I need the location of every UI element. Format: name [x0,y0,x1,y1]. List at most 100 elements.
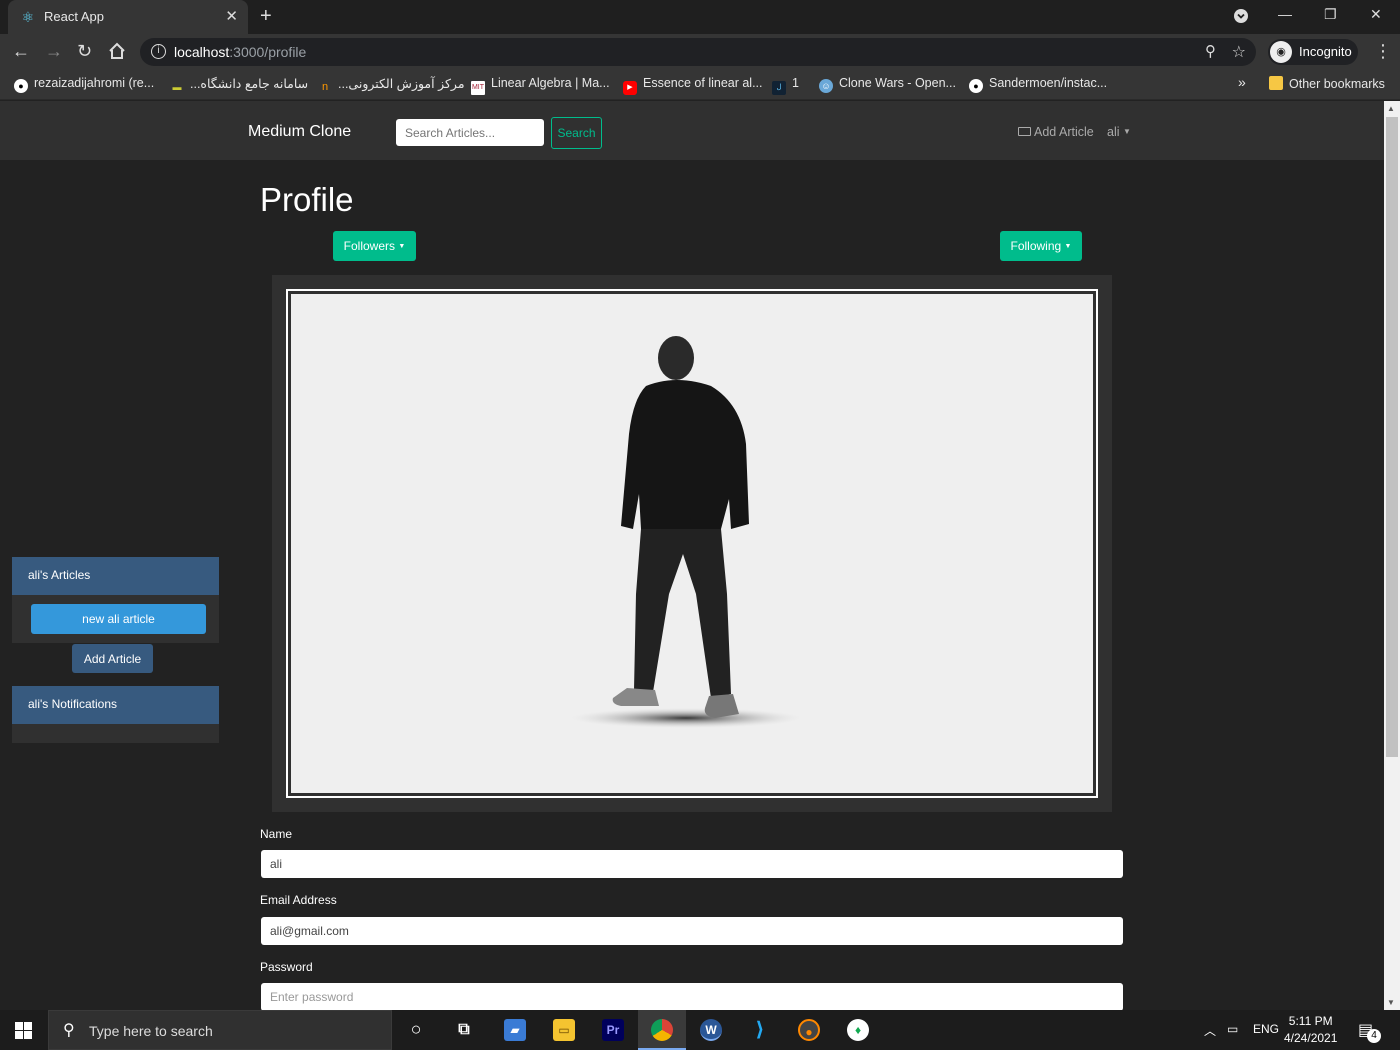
network-icon[interactable]: ▭ [1227,1022,1238,1036]
vscode-icon[interactable]: ⟩ [749,1019,771,1041]
new-tab-icon[interactable]: + [260,5,272,28]
bookmarks-bar: ● rezaizadijahromi (re... ▬ ...سامانه جامع… [0,70,1400,100]
tab-search-icon[interactable] [1233,8,1249,27]
profile-image-frame [286,289,1098,798]
scroll-up-icon[interactable]: ▲ [1387,104,1395,113]
scroll-down-icon[interactable]: ▼ [1387,998,1395,1007]
followers-label: Followers [343,239,396,253]
browser-toolbar: ← → ↻ i localhost:3000/profile ⚲ ☆ ◉ Inc… [0,34,1400,70]
bookmark-item[interactable]: ▬ ...سامانه جامع دانشگاه [170,76,309,94]
close-window-icon[interactable]: ✕ [1370,6,1382,23]
article-item-button[interactable]: new ali article [31,604,206,634]
email-input[interactable] [261,917,1123,945]
followers-dropdown-button[interactable]: Followers ▼ [333,231,416,261]
minimize-icon[interactable]: — [1278,6,1292,22]
mit-ocw-icon: MIT [471,81,485,95]
task-view-icon[interactable]: ⧉ [453,1019,475,1041]
page-title: Profile [260,181,354,218]
show-hidden-icons[interactable]: ︿ [1204,1022,1216,1039]
bookmark-label: Essence of linear al... [643,76,763,90]
word-icon[interactable]: W [700,1019,722,1041]
browser-tab-bar: ⚛ React App ✕ + — ❐ ✕ [0,0,1400,34]
url-text: localhost:3000/profile [174,44,306,60]
close-tab-icon[interactable]: ✕ [225,7,238,25]
windows-taskbar: ⚲ Type here to search ○ ⧉ ▰ ▭ Pr W ⟩ ● ♦… [0,1010,1400,1050]
taskbar-search-placeholder: Type here to search [89,1023,213,1039]
add-article-button[interactable]: Add Article [72,644,153,673]
restore-icon[interactable]: ❐ [1324,6,1337,23]
windows-start-icon[interactable] [15,1022,32,1039]
media-player-icon[interactable]: ● [798,1019,820,1041]
youtube-icon: ▶ [623,81,637,95]
incognito-badge[interactable]: ◉ Incognito [1268,39,1358,65]
forward-icon[interactable]: → [45,41,63,62]
bookmark-label: Other bookmarks [1289,77,1385,91]
notifications-header: ali's Notifications [12,686,219,724]
page-scrollbar[interactable]: ▲ ▼ [1384,101,1400,1010]
url-path: :3000/profile [229,44,307,60]
notification-count-badge: 4 [1367,1029,1381,1043]
mongodb-icon[interactable]: ♦ [847,1019,869,1041]
bookmark-label: Sandermoen/instac... [989,76,1108,90]
articles-panel: ali's Articles new ali article [12,557,219,643]
browser-tab[interactable]: ⚛ React App ✕ [8,0,248,34]
language-indicator[interactable]: ENG [1253,1022,1279,1036]
premiere-pro-icon[interactable]: Pr [602,1019,624,1041]
address-bar[interactable]: i localhost:3000/profile ⚲ ☆ [140,38,1256,66]
github-icon: ● [14,79,28,93]
caret-down-icon: ▼ [398,243,406,250]
github-icon: ● [969,79,983,93]
chrome-taskbar-item[interactable] [638,1010,686,1050]
search-icon: ⚲ [63,1022,75,1039]
taskbar-search[interactable]: ⚲ Type here to search [48,1010,392,1050]
password-input[interactable] [261,983,1123,1010]
scrollbar-thumb[interactable] [1386,117,1398,757]
zoom-icon[interactable]: ⚲ [1205,42,1216,60]
add-article-link[interactable]: Add Article [1018,125,1094,139]
incognito-label: Incognito [1299,44,1352,59]
bookmark-item[interactable]: ● Sandermoen/instac... [969,76,1107,93]
site-info-icon[interactable]: i [151,44,166,59]
clock-date: 4/24/2021 [1284,1031,1338,1045]
laptop-app-icon[interactable]: ▰ [504,1019,526,1041]
bookmark-label: ...مرکز آموزش الکترونی [338,77,465,91]
bookmark-item[interactable]: n ...مرکز آموزش الکترونی [318,76,465,94]
following-label: Following [1010,239,1062,253]
bookmark-item[interactable]: ▶ Essence of linear al... [623,76,763,95]
cortana-icon[interactable]: ○ [405,1019,427,1041]
password-label: Password [260,960,313,974]
profile-image[interactable] [291,294,1093,793]
react-icon: ⚛ [21,9,35,25]
bookmark-item[interactable]: ل1 [772,76,799,95]
reload-icon[interactable]: ↻ [77,41,92,62]
user-name: ali [1107,125,1120,139]
app-navbar: Medium Clone Search Add Article ali ▼ [0,101,1384,160]
brand-link[interactable]: Medium Clone [248,123,351,141]
home-icon[interactable] [108,42,126,65]
person-illustration [571,336,801,728]
bookmark-item[interactable]: MIT Linear Algebra | Ma... [471,76,610,95]
elearning-icon: n [321,81,329,93]
profile-image-card [272,275,1112,812]
bookmark-item[interactable]: ☺ Clone Wars - Open... [819,76,956,93]
caret-down-icon: ▼ [1064,243,1072,250]
following-dropdown-button[interactable]: Following ▼ [1000,231,1082,261]
file-explorer-icon[interactable]: ▭ [553,1019,575,1041]
caret-down-icon: ▼ [1123,127,1131,136]
bookmark-label: Clone Wars - Open... [839,76,956,90]
more-bookmarks-icon[interactable]: » [1238,74,1246,90]
browser-menu-icon[interactable]: ⋮ [1374,41,1392,62]
search-button[interactable]: Search [551,117,602,149]
back-icon[interactable]: ← [12,41,30,62]
search-input[interactable] [396,119,544,146]
add-article-label: Add Article [1034,125,1094,139]
bookmark-item[interactable]: ● rezaizadijahromi (re... [14,76,154,93]
email-label: Email Address [260,893,337,907]
user-dropdown[interactable]: ali ▼ [1107,125,1131,139]
name-input[interactable] [261,850,1123,878]
articles-header: ali's Articles [12,557,219,595]
web-page: Medium Clone Search Add Article ali ▼ Pr… [0,101,1384,1010]
other-bookmarks[interactable]: Other bookmarks [1269,76,1385,91]
taskbar-clock[interactable]: 5:11 PM 4/24/2021 [1284,1013,1337,1047]
bookmark-star-icon[interactable]: ☆ [1232,42,1246,62]
